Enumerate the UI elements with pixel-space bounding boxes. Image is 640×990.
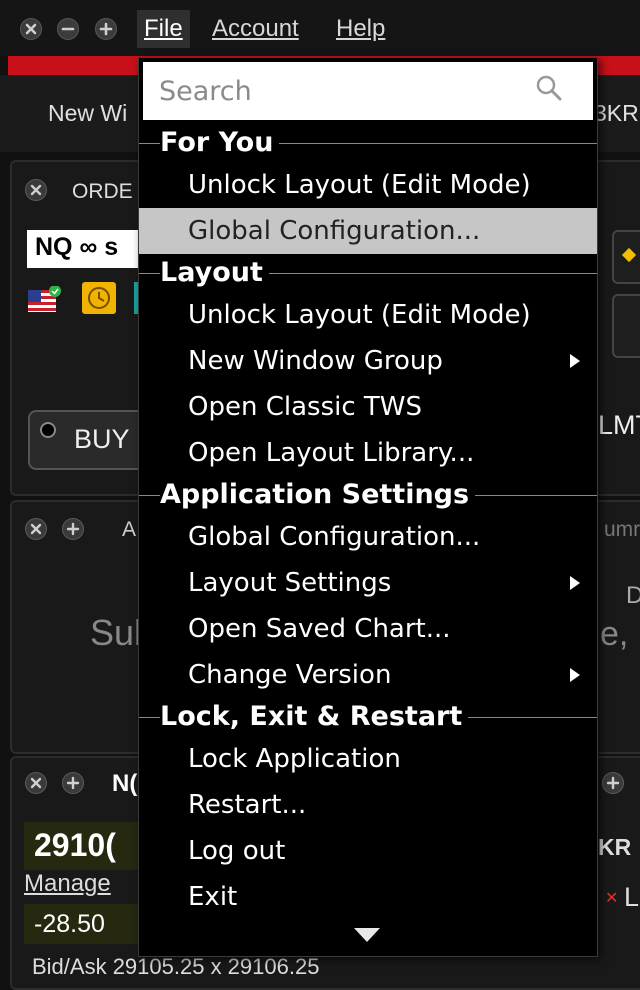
menu-search-box[interactable] bbox=[143, 62, 593, 120]
close-panel-icon[interactable] bbox=[25, 772, 47, 794]
menu-item-open-layout-library[interactable]: Open Layout Library... bbox=[139, 430, 597, 476]
panel2-tab-a[interactable]: A bbox=[122, 518, 136, 542]
close-panel-icon[interactable] bbox=[25, 179, 47, 201]
menu-item-label: Global Configuration... bbox=[188, 216, 481, 246]
last-price: 2910( bbox=[34, 827, 116, 863]
menu-item-label: Open Classic TWS bbox=[188, 392, 422, 422]
section-title: Layout bbox=[160, 254, 269, 292]
close-panel-icon[interactable] bbox=[25, 518, 47, 540]
section-title: Lock, Exit & Restart bbox=[160, 698, 469, 736]
menu-item-new-window-group[interactable]: New Window Group bbox=[139, 338, 597, 384]
menu-item-change-version[interactable]: Change Version bbox=[139, 652, 597, 698]
menu-item-lock-application[interactable]: Lock Application bbox=[139, 736, 597, 782]
menu-account-label: Account bbox=[212, 15, 299, 42]
panel2-tab-right[interactable]: umr bbox=[604, 518, 640, 542]
right-control-1[interactable] bbox=[612, 230, 640, 284]
search-icon[interactable] bbox=[535, 74, 563, 104]
menu-item-label: Change Version bbox=[188, 660, 392, 690]
submenu-arrow-icon bbox=[570, 354, 580, 368]
menu-item-label: Lock Application bbox=[188, 744, 401, 774]
close-window-icon[interactable] bbox=[20, 18, 42, 40]
price-change: -28.50 bbox=[34, 910, 105, 938]
menu-item-label: New Window Group bbox=[188, 346, 443, 376]
menu-item-log-out[interactable]: Log out bbox=[139, 828, 597, 874]
section-title: For You bbox=[160, 124, 280, 162]
warning-marker bbox=[621, 247, 637, 263]
menu-search-input[interactable] bbox=[157, 68, 521, 114]
remove-icon[interactable]: ✕ bbox=[605, 888, 618, 908]
title-bar: File Account Help bbox=[0, 0, 640, 56]
menu-item-label: Unlock Layout (Edit Mode) bbox=[188, 300, 531, 330]
add-panel-icon[interactable] bbox=[62, 772, 84, 794]
menu-account[interactable]: Account bbox=[205, 10, 306, 48]
menu-item-layout-settings[interactable]: Layout Settings bbox=[139, 560, 597, 606]
tab-right-fragment[interactable]: 3KR bbox=[594, 100, 639, 127]
menu-item-label: Open Layout Library... bbox=[188, 438, 475, 468]
menu-item-unlock-layout[interactable]: Unlock Layout (Edit Mode) bbox=[139, 292, 597, 338]
submenu-arrow-icon bbox=[570, 668, 580, 682]
panel2-e-text: e, bbox=[600, 615, 629, 653]
exchange-code: KR bbox=[598, 834, 632, 860]
section-for-you: For You bbox=[139, 124, 597, 162]
change-box: -28.50 bbox=[24, 904, 144, 944]
menu-item-restart[interactable]: Restart... bbox=[139, 782, 597, 828]
file-menu-dropdown: For You Unlock Layout (Edit Mode) Global… bbox=[138, 57, 598, 957]
menu-file[interactable]: File bbox=[137, 10, 190, 48]
minimize-window-icon[interactable] bbox=[57, 18, 79, 40]
menu-item-open-saved-chart[interactable]: Open Saved Chart... bbox=[139, 606, 597, 652]
menu-item-label: Global Configuration... bbox=[188, 522, 481, 552]
symbol-box[interactable]: NQ ∞ s bbox=[27, 230, 142, 268]
section-title: Application Settings bbox=[160, 476, 476, 514]
l-fragment: L bbox=[624, 882, 640, 912]
us-flag-icon bbox=[28, 285, 61, 312]
section-layout: Layout bbox=[139, 254, 597, 292]
bid-ask-text: Bid/Ask 29105.25 x 29106.25 bbox=[32, 954, 320, 979]
section-application-settings: Application Settings bbox=[139, 476, 597, 514]
scroll-down-arrow-icon[interactable] bbox=[354, 928, 380, 942]
menu-item-label: Exit bbox=[188, 882, 238, 912]
menu-item-label: Layout Settings bbox=[188, 568, 392, 598]
menu-help[interactable]: Help bbox=[329, 10, 392, 48]
menu-help-label: Help bbox=[336, 15, 386, 42]
symbol-text: NQ ∞ s bbox=[35, 233, 119, 261]
add-panel-icon[interactable] bbox=[62, 518, 84, 540]
menu-item-label: Unlock Layout (Edit Mode) bbox=[188, 170, 531, 200]
clock-icon[interactable] bbox=[82, 282, 116, 314]
add-panel-icon[interactable] bbox=[602, 772, 624, 794]
section-lock-exit-restart: Lock, Exit & Restart bbox=[139, 698, 597, 736]
panel2-subscribe-text: Sul bbox=[90, 612, 143, 653]
manage-link[interactable]: Manage bbox=[24, 870, 111, 898]
menu-item-exit[interactable]: Exit bbox=[139, 874, 597, 920]
menu-item-global-configuration[interactable]: Global Configuration... bbox=[139, 514, 597, 560]
panel2-d-text: D bbox=[626, 582, 640, 609]
price-box: 2910( bbox=[24, 822, 144, 870]
menu-item-unlock-layout[interactable]: Unlock Layout (Edit Mode) bbox=[139, 162, 597, 208]
buy-button[interactable]: BUY bbox=[28, 410, 152, 470]
menu-item-label: Restart... bbox=[188, 790, 307, 820]
buy-radio[interactable] bbox=[40, 422, 56, 438]
right-control-2[interactable] bbox=[612, 294, 640, 358]
order-type-label[interactable]: LMT bbox=[598, 410, 640, 441]
menu-item-open-classic-tws[interactable]: Open Classic TWS bbox=[139, 384, 597, 430]
menu-item-label: Log out bbox=[188, 836, 286, 866]
order-panel-title: ORDE bbox=[72, 180, 133, 203]
menu-item-global-configuration[interactable]: Global Configuration... bbox=[139, 208, 597, 254]
menu-item-label: Open Saved Chart... bbox=[188, 614, 451, 644]
menu-file-label: File bbox=[144, 15, 183, 42]
quote-panel-title: N( bbox=[112, 770, 138, 797]
submenu-arrow-icon bbox=[570, 576, 580, 590]
buy-label: BUY bbox=[74, 424, 130, 454]
maximize-window-icon[interactable] bbox=[95, 18, 117, 40]
tab-new-window[interactable]: New Wi bbox=[48, 100, 127, 127]
